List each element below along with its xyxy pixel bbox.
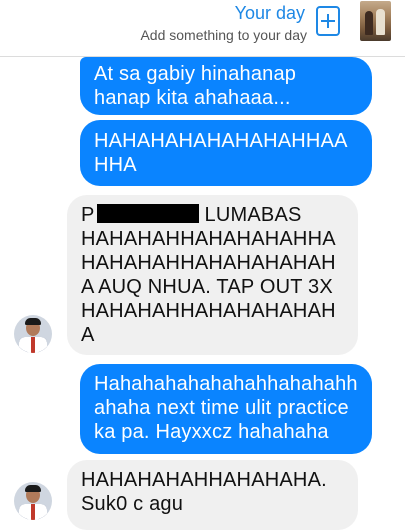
your-day-subtitle[interactable]: Add something to your day xyxy=(140,26,307,44)
add-to-day-button[interactable] xyxy=(316,6,340,36)
message-text: Hahahahahahahahhahahahh ahaha next time … xyxy=(94,373,358,443)
message-bubble-outgoing-2[interactable]: HAHAHAHAHAHAHAHHAA HHA xyxy=(80,120,372,186)
redaction-bar xyxy=(96,204,199,223)
contact-avatar[interactable] xyxy=(14,315,52,353)
message-text: P LUMABAS HAHAHAHHAHAHAHAHHA HAHAHAHHAHAH… xyxy=(81,203,344,347)
plus-icon xyxy=(321,14,335,28)
message-bubble-incoming-1[interactable]: P LUMABAS HAHAHAHHAHAHAHAHHA HAHAHAHHAHAH… xyxy=(67,195,358,355)
message-body: LUMABAS HAHAHAHHAHAHAHAHHA HAHAHAHHAHAHA… xyxy=(81,204,336,346)
contact-avatar[interactable] xyxy=(14,482,52,520)
message-bubble-incoming-2[interactable]: HAHAHAHAHHAHAHAHA. Suk0 c agu xyxy=(67,460,358,530)
message-text: At sa gabiy hinahanap hanap kita ahahaaa… xyxy=(94,63,297,109)
your-day-header: Your day Add something to your day xyxy=(0,0,405,57)
message-text: HAHAHAHAHHAHAHAHA. Suk0 c agu xyxy=(81,469,327,515)
message-bubble-outgoing-3[interactable]: Hahahahahahahahhahahahh ahaha next time … xyxy=(80,364,372,454)
your-day-title[interactable]: Your day xyxy=(235,2,305,24)
message-text: HAHAHAHAHAHAHAHHAA HHA xyxy=(94,130,347,176)
message-bubble-outgoing-1[interactable]: At sa gabiy hinahanap hanap kita ahahaaa… xyxy=(80,57,372,115)
message-prefix: P xyxy=(81,204,95,226)
day-thumbnail[interactable] xyxy=(360,1,391,41)
